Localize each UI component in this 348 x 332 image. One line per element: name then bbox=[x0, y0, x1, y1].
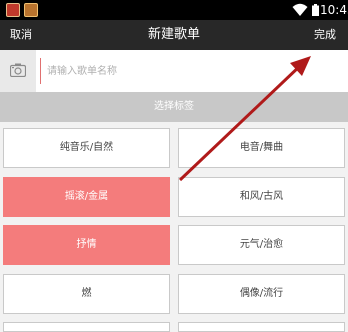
status-time: 10:45 bbox=[320, 3, 348, 17]
done-button[interactable]: 完成 bbox=[314, 20, 336, 50]
playlist-name-input[interactable] bbox=[40, 58, 330, 84]
wifi-icon bbox=[292, 3, 308, 16]
page-title: 新建歌单 bbox=[147, 27, 200, 42]
battery-icon bbox=[312, 4, 319, 16]
notification-app-icon bbox=[24, 3, 38, 17]
title-bar: 取消 新建歌单 完成 bbox=[0, 20, 348, 50]
tag-button-rock[interactable]: 摇滚/金属 bbox=[3, 177, 170, 217]
tag-button-idol-pop[interactable]: 偶像/流行 bbox=[178, 274, 345, 314]
tag-button-partial[interactable] bbox=[3, 322, 170, 332]
tag-button-electronic[interactable]: 电音/舞曲 bbox=[178, 128, 345, 168]
notification-app-icon bbox=[6, 3, 20, 17]
status-bar: 10:45 bbox=[0, 0, 348, 20]
tag-button-japanese-chinese-style[interactable]: 和风/古风 bbox=[178, 177, 345, 217]
select-tags-header: 选择标签 bbox=[0, 92, 348, 122]
tag-button-pure-music[interactable]: 纯音乐/自然 bbox=[3, 128, 170, 168]
camera-icon bbox=[10, 63, 26, 77]
playlist-cover-button[interactable] bbox=[0, 50, 36, 92]
tag-button-healing[interactable]: 元气/治愈 bbox=[178, 225, 345, 265]
playlist-name-row bbox=[0, 50, 348, 92]
tag-button-lyrical[interactable]: 抒情 bbox=[3, 225, 170, 265]
tag-button-burning[interactable]: 燃 bbox=[3, 274, 170, 314]
tag-button-partial[interactable] bbox=[178, 322, 345, 332]
